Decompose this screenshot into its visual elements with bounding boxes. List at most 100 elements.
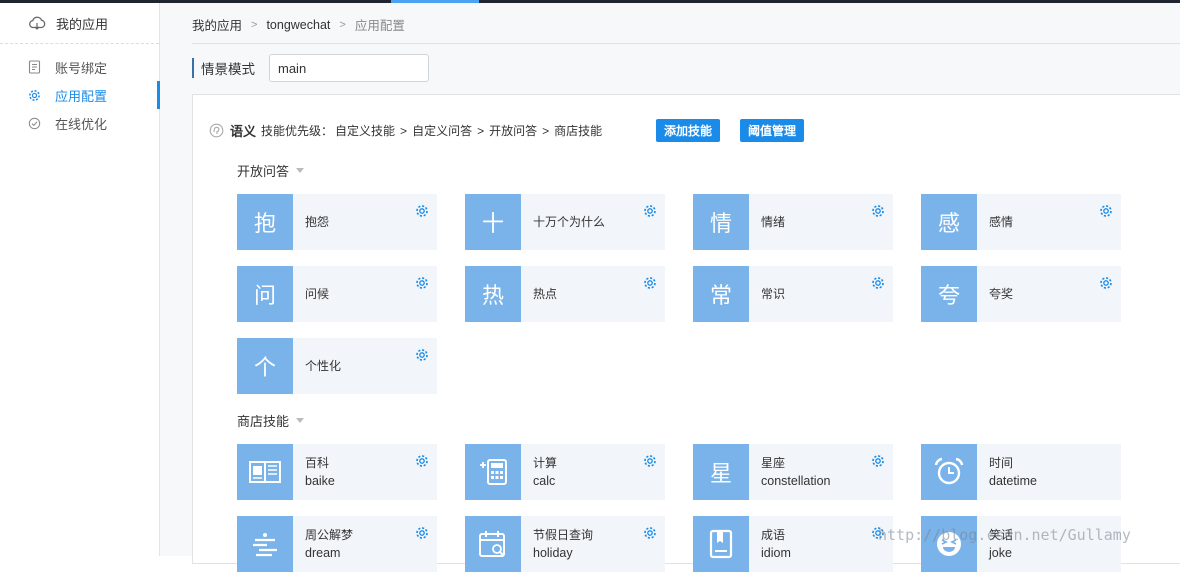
semantic-title: 语义 <box>230 124 257 139</box>
chevron-down-icon <box>296 168 305 173</box>
gear-icon[interactable] <box>643 204 657 218</box>
skill-card[interactable]: 计算 calc <box>465 444 665 500</box>
section-title-label: 商店技能 <box>237 414 290 429</box>
skill-id: dream <box>305 546 341 560</box>
check-circle-icon <box>28 117 41 129</box>
breadcrumb-divider <box>192 43 1180 44</box>
sidebar-item-label: 应用配置 <box>55 88 108 104</box>
skill-card[interactable]: 感 感情 <box>921 194 1121 250</box>
gear-icon[interactable] <box>415 204 429 218</box>
priority-separator: > <box>477 123 485 138</box>
breadcrumb-current: 应用配置 <box>354 19 405 33</box>
gear-icon[interactable] <box>871 204 885 218</box>
skill-name: 成语 <box>761 528 786 542</box>
skill-id: idiom <box>761 546 791 560</box>
calculator-icon <box>465 444 521 500</box>
skill-card[interactable]: 问 问候 <box>237 266 437 322</box>
skill-card[interactable]: 常 常识 <box>693 266 893 322</box>
skill-id: joke <box>989 546 1012 560</box>
skill-name: 常识 <box>761 287 786 301</box>
skill-name: 感情 <box>989 215 1014 229</box>
skill-card[interactable]: 节假日查询 holiday <box>465 516 665 572</box>
skill-card[interactable]: 成语 idiom <box>693 516 893 572</box>
chevron-down-icon <box>296 418 305 423</box>
breadcrumb-my-apps[interactable]: 我的应用 <box>192 15 242 34</box>
skill-name: 抱怨 <box>305 215 330 229</box>
gear-icon[interactable] <box>415 454 429 468</box>
skill-card[interactable]: 笑话 joke <box>921 516 1121 572</box>
skill-glyph: 问 <box>237 266 293 322</box>
skill-card[interactable]: 情 情绪 <box>693 194 893 250</box>
sidebar-item-account-binding[interactable]: 账号绑定 <box>0 53 159 81</box>
doc-icon <box>28 60 41 74</box>
priority-separator: > <box>400 123 408 138</box>
gear-icon[interactable] <box>871 276 885 290</box>
skill-glyph: 十 <box>465 194 521 250</box>
calendar-search-icon <box>465 516 521 572</box>
gear-icon[interactable] <box>871 454 885 468</box>
laugh-face-icon <box>921 516 977 572</box>
sidebar-item-app-config[interactable]: 应用配置 <box>0 81 160 109</box>
gear-icon[interactable] <box>415 276 429 290</box>
priority-chain: 自定义技能 > 自定义问答 > 开放问答 > 商店技能 <box>335 122 602 139</box>
skill-card[interactable]: 十 十万个为什么 <box>465 194 665 250</box>
skill-card[interactable]: 时间 datetime <box>921 444 1121 500</box>
gear-icon[interactable] <box>643 454 657 468</box>
gear-icon[interactable] <box>643 276 657 290</box>
priority-separator: > <box>542 123 550 138</box>
gear-icon[interactable] <box>1099 204 1113 218</box>
skill-name: 情绪 <box>761 215 786 229</box>
gear-icon <box>29 89 40 101</box>
skill-glyph: 个 <box>237 338 293 394</box>
scene-mode-label: 情景模式 <box>201 62 255 77</box>
skill-name: 计算 <box>533 456 558 470</box>
cloud-icon <box>29 16 46 30</box>
semantic-header: 语义 技能优先级： 自定义技能 > 自定义问答 > 开放问答 > 商店技能 <box>209 121 602 140</box>
sidebar-header[interactable]: 我的应用 <box>0 3 159 44</box>
section-open-qa-title[interactable]: 开放问答 <box>237 161 305 180</box>
scene-mode-input[interactable] <box>269 54 429 82</box>
skill-id: holiday <box>533 546 573 560</box>
skill-card[interactable]: 个 个性化 <box>237 338 437 394</box>
skill-glyph: 感 <box>921 194 977 250</box>
section-title-label: 开放问答 <box>237 164 290 179</box>
skill-name: 个性化 <box>305 359 342 373</box>
breadcrumb-app[interactable]: tongwechat <box>266 18 330 32</box>
breadcrumb: 我的应用 > tongwechat > 应用配置 <box>192 15 405 34</box>
gear-icon[interactable] <box>415 348 429 362</box>
skill-id: calc <box>533 474 556 488</box>
gear-icon[interactable] <box>415 526 429 540</box>
alarm-clock-icon <box>921 444 977 500</box>
gear-icon[interactable] <box>643 526 657 540</box>
skill-card[interactable]: 夸 夸奖 <box>921 266 1121 322</box>
skill-name: 节假日查询 <box>533 528 594 542</box>
skill-card[interactable]: 抱 抱怨 <box>237 194 437 250</box>
skill-card[interactable]: 周公解梦 dream <box>237 516 437 572</box>
breadcrumb-separator: > <box>339 18 346 31</box>
add-skill-button[interactable]: 添加技能 <box>656 119 721 142</box>
skill-card[interactable]: 星 星座 constellation <box>693 444 893 500</box>
skill-id: baike <box>305 474 335 488</box>
brain-icon <box>209 123 224 138</box>
skill-name: 百科 <box>305 456 330 470</box>
skill-id: datetime <box>989 474 1037 488</box>
skill-glyph: 热 <box>465 266 521 322</box>
section-store-skills-title[interactable]: 商店技能 <box>237 411 305 430</box>
sidebar-item-label: 在线优化 <box>55 116 108 132</box>
skill-glyph: 抱 <box>237 194 293 250</box>
skill-name: 周公解梦 <box>305 528 354 542</box>
skill-card[interactable]: 百科 baike <box>237 444 437 500</box>
main-content: 我的应用 > tongwechat > 应用配置 情景模式 语义 技能优先级： … <box>160 3 1180 572</box>
gear-icon[interactable] <box>1099 276 1113 290</box>
skill-name: 星座 <box>761 456 786 470</box>
sidebar-item-online-optimize[interactable]: 在线优化 <box>0 109 159 137</box>
threshold-manage-button[interactable]: 阈值管理 <box>740 119 805 142</box>
skill-card[interactable]: 热 热点 <box>465 266 665 322</box>
priority-item: 商店技能 <box>554 124 603 138</box>
sidebar: 我的应用 账号绑定 应用配置 在线优化 <box>0 3 160 556</box>
semantic-panel: 语义 技能优先级： 自定义技能 > 自定义问答 > 开放问答 > 商店技能 添加… <box>192 94 1180 572</box>
priority-item: 自定义问答 <box>412 124 473 138</box>
priority-item: 开放问答 <box>489 124 538 138</box>
skill-name: 时间 <box>989 456 1014 470</box>
dream-icon <box>237 516 293 572</box>
